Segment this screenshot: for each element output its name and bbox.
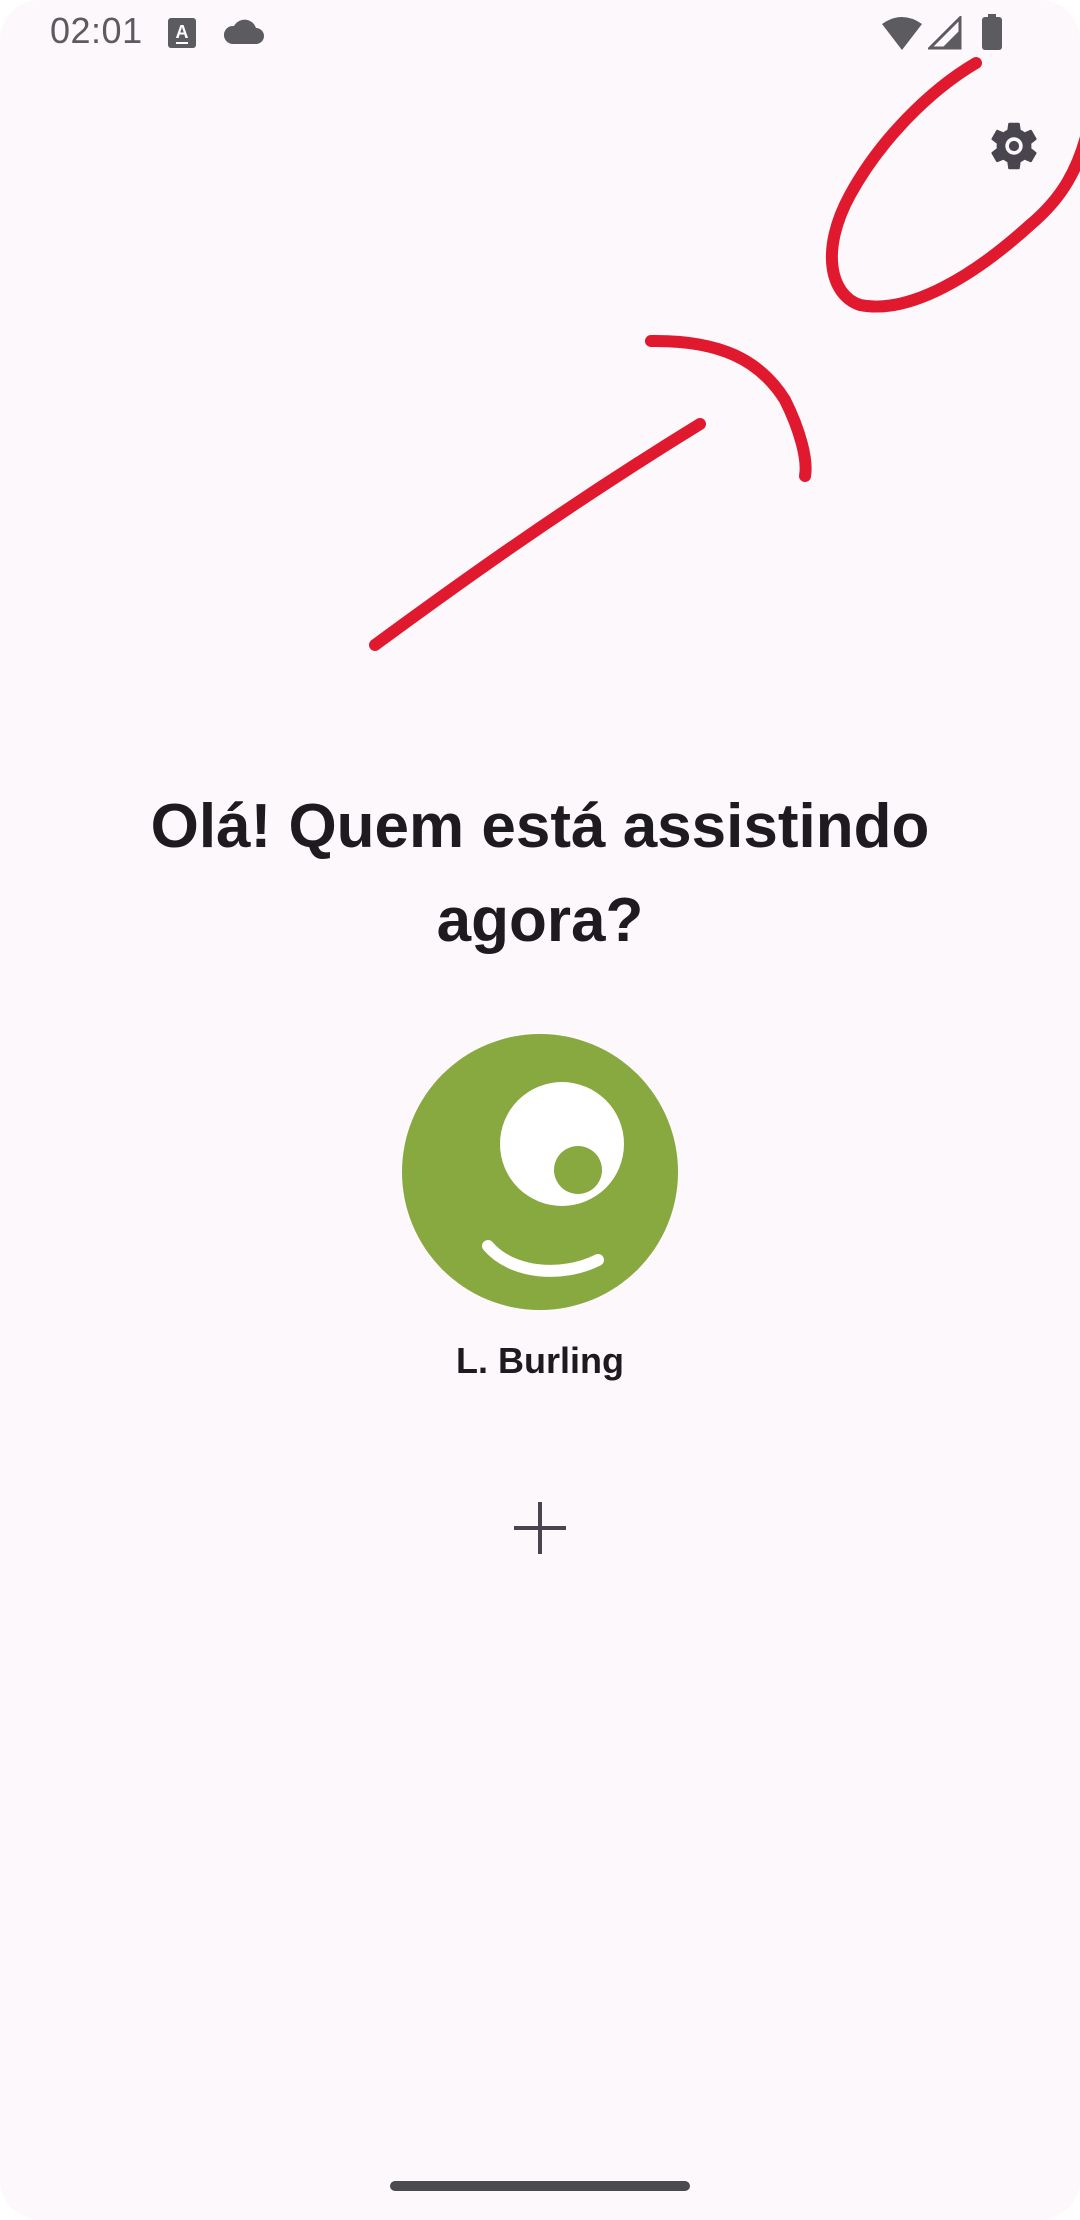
plus-icon [514, 1502, 566, 1554]
profile-avatar[interactable] [402, 1034, 678, 1310]
arrow-line-annotation [369, 418, 706, 651]
add-profile-button[interactable] [500, 1488, 580, 1568]
circle-annotation [825, 57, 1080, 313]
gear-icon [991, 122, 1037, 170]
svg-text:A: A [176, 22, 189, 42]
gesture-nav-handle[interactable] [390, 2181, 690, 2191]
signal-icon [928, 16, 962, 50]
status-time: 02:01 [50, 10, 143, 51]
profile-name: L. Burling [456, 1340, 624, 1381]
red-annotation-strokes [369, 57, 1080, 651]
font-a-icon: A [168, 18, 196, 48]
cloud-icon [223, 19, 264, 44]
profile-item[interactable]: L. Burling [400, 1034, 680, 1382]
profile-selection-screen: 02:01 A Olá! Quem está assistindo agora?… [0, 0, 1080, 2220]
battery-icon [982, 14, 1002, 50]
arrowhead-annotation [645, 334, 812, 482]
greeting-title: Olá! Quem está assistindo agora? [150, 792, 930, 955]
wifi-icon [882, 17, 922, 50]
status-bar: 02:01 A [0, 0, 1080, 66]
settings-button[interactable] [980, 112, 1048, 180]
